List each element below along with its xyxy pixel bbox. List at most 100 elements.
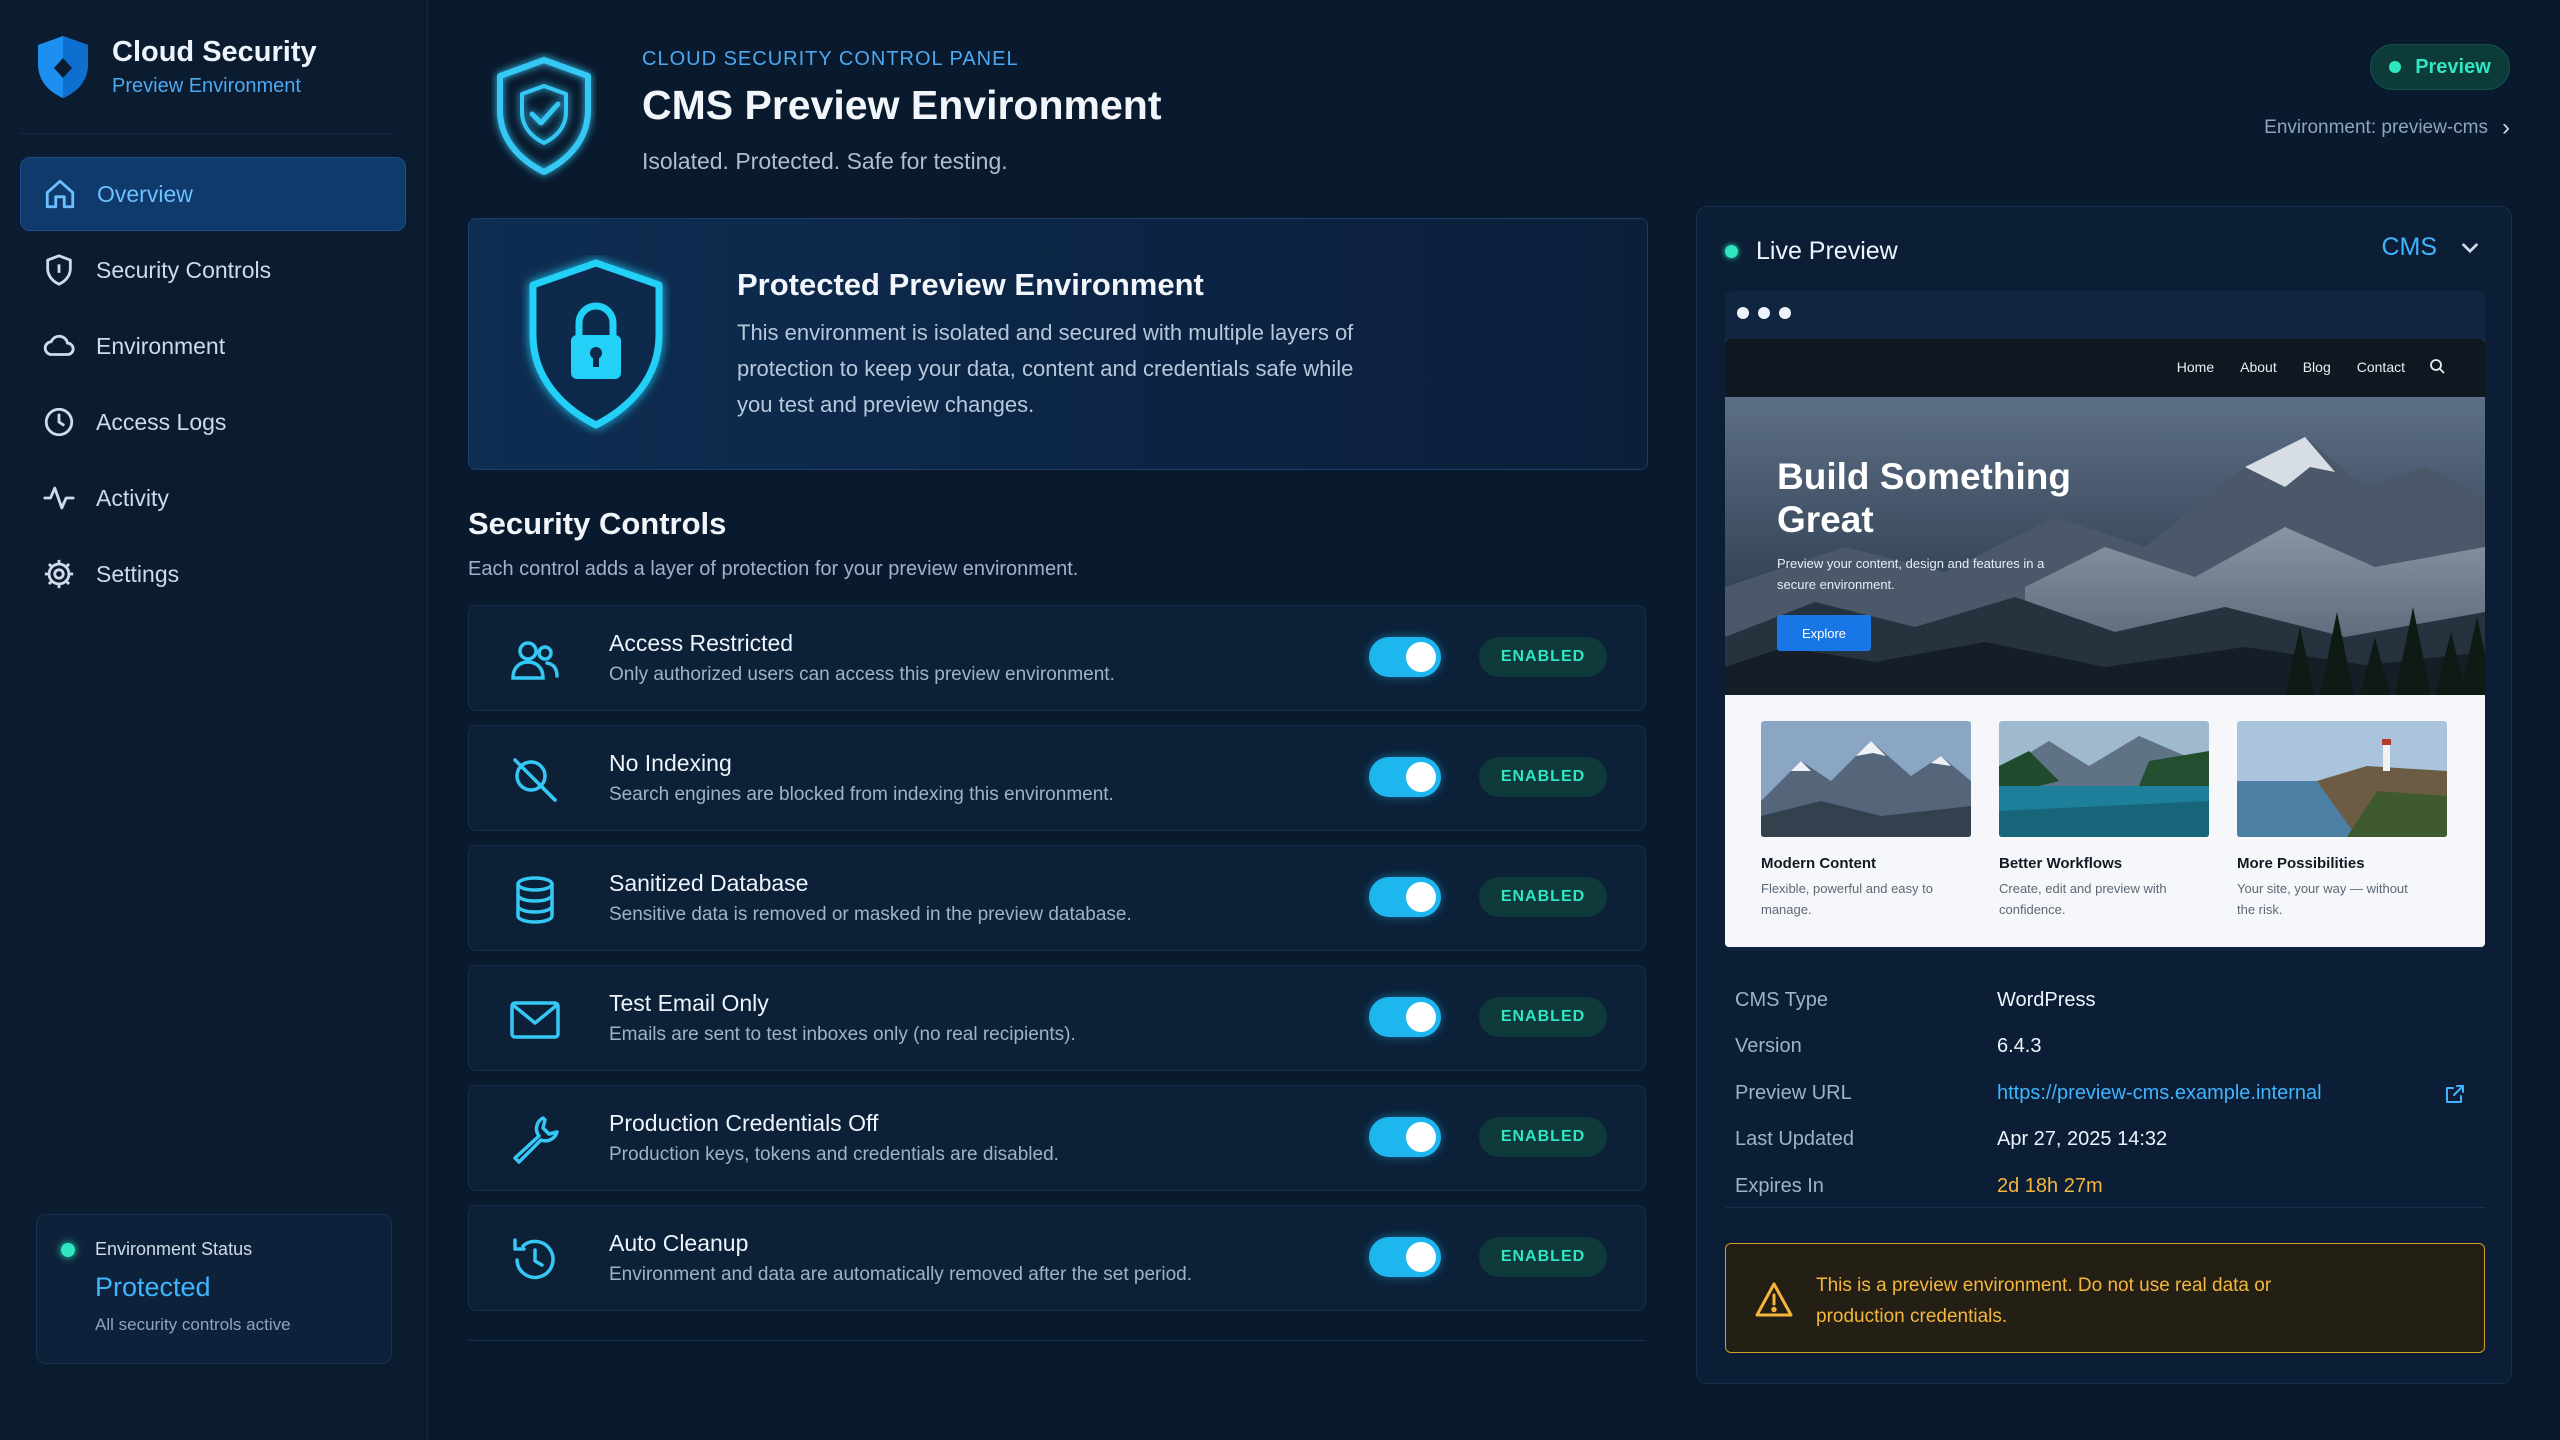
card-title: Better Workflows	[1999, 855, 2123, 872]
security-controls-list: Access Restricted Only authorized users …	[468, 605, 1646, 1325]
site-preview[interactable]: Home About Blog Contact Build Something …	[1725, 339, 2485, 947]
home-icon	[45, 179, 75, 209]
security-controls-subtitle: Each control adds a layer of protection …	[468, 558, 1079, 580]
search-icon[interactable]	[2429, 358, 2445, 374]
hero-description: This environment is isolated and secured…	[737, 320, 1354, 417]
mail-icon	[510, 1001, 560, 1039]
cms-select[interactable]: CMS	[2381, 233, 2483, 262]
sidebar-item-label: Settings	[96, 560, 180, 587]
control-description: Only authorized users can access this pr…	[609, 664, 1115, 685]
cms-details: CMS Type WordPress Version 6.4.3 Preview…	[1735, 977, 2475, 1210]
card-title: Modern Content	[1761, 855, 1876, 872]
expires-value: 2d 18h 27m	[1997, 1174, 2103, 1197]
sanitized-database-toggle[interactable]	[1369, 877, 1441, 917]
protected-environment-card: Protected Preview Environment This envir…	[468, 218, 1648, 470]
shield-lock-icon	[529, 259, 663, 429]
card-description: Flexible, powerful and easy to manage.	[1761, 881, 1933, 917]
detail-key: Version	[1735, 1035, 1802, 1058]
snowy-mountains-image	[1761, 721, 1971, 837]
clock-icon	[44, 407, 74, 437]
control-sanitized-database: Sanitized Database Sensitive data is rem…	[468, 845, 1646, 951]
sidebar-item-label: Security Controls	[96, 256, 272, 283]
detail-row: Version 6.4.3	[1735, 1024, 2475, 1071]
site-nav-home[interactable]: Home	[2177, 359, 2214, 375]
preview-badge-label: Preview	[2415, 55, 2491, 78]
control-title: Sanitized Database	[609, 870, 809, 896]
divider	[468, 1340, 1646, 1341]
sidebar-item-label: Activity	[96, 484, 169, 511]
shield-icon	[46, 254, 72, 286]
site-hero-text: Preview your content, design and feature…	[1777, 556, 2045, 592]
preview-badge[interactable]: Preview	[2370, 44, 2510, 90]
site-nav: Home About Blog Contact	[1725, 339, 2485, 397]
site-explore-button[interactable]: Explore	[1777, 615, 1871, 651]
detail-row: Expires In 2d 18h 27m	[1735, 1163, 2475, 1210]
cloud-icon	[43, 334, 75, 356]
brand-title: Cloud Security	[112, 36, 317, 68]
divider	[20, 133, 391, 134]
site-card[interactable]: Better Workflows Create, edit and previe…	[1999, 721, 2209, 920]
environment-link[interactable]: Environment: preview-cms ›	[2264, 114, 2510, 142]
detail-value: 6.4.3	[1997, 1035, 2042, 1058]
sidebar-item-access-logs[interactable]: Access Logs	[20, 385, 406, 459]
shield-check-icon	[497, 57, 591, 175]
card-image	[1761, 721, 1971, 837]
site-nav-about[interactable]: About	[2240, 359, 2277, 375]
control-no-indexing: No Indexing Search engines are blocked f…	[468, 725, 1646, 831]
detail-key: Last Updated	[1735, 1128, 1854, 1151]
control-access-restricted: Access Restricted Only authorized users …	[468, 605, 1646, 711]
sidebar-item-overview[interactable]: Overview	[20, 157, 406, 231]
sidebar-item-label: Environment	[96, 332, 226, 359]
control-description: Environment and data are automatically r…	[609, 1264, 1192, 1285]
control-auto-cleanup: Auto Cleanup Environment and data are au…	[468, 1205, 1646, 1311]
external-link-icon[interactable]	[2443, 1082, 2467, 1106]
cms-select-value: CMS	[2381, 233, 2437, 261]
brand[interactable]: Cloud Security Preview Environment	[34, 34, 317, 100]
sidebar-item-security-controls[interactable]: Security Controls	[20, 233, 406, 307]
site-nav-contact[interactable]: Contact	[2357, 359, 2405, 375]
control-title: Access Restricted	[609, 630, 794, 656]
access-restricted-toggle[interactable]	[1369, 637, 1441, 677]
live-preview-header: Live Preview	[1725, 237, 1898, 266]
brand-subtitle: Preview Environment	[112, 75, 301, 97]
shield-logo-icon	[38, 36, 88, 98]
test-email-only-toggle[interactable]	[1369, 997, 1441, 1037]
sidebar-item-environment[interactable]: Environment	[20, 309, 406, 383]
security-controls-title: Security Controls	[468, 506, 727, 541]
page-subtitle: Isolated. Protected. Safe for testing.	[642, 148, 1008, 174]
sidebar: Cloud Security Preview Environment Overv…	[0, 0, 428, 1440]
status-badge: ENABLED	[1479, 757, 1607, 797]
detail-key: Preview URL	[1735, 1081, 1852, 1104]
no-indexing-toggle[interactable]	[1369, 757, 1441, 797]
control-description: Production keys, tokens and credentials …	[609, 1144, 1059, 1165]
gear-icon	[44, 559, 74, 589]
sidebar-item-settings[interactable]: Settings	[20, 537, 406, 611]
environment-status-card: Environment Status Protected All securit…	[36, 1214, 392, 1364]
site-hero: Build Something Great Preview your conte…	[1725, 397, 2485, 695]
control-title: Test Email Only	[609, 990, 769, 1016]
sidebar-item-label: Access Logs	[96, 408, 227, 435]
status-dot-icon	[2389, 61, 2402, 73]
preview-warning: This is a preview environment. Do not us…	[1725, 1243, 2485, 1353]
card-description: Your site, your way — without the risk.	[2237, 881, 2408, 917]
detail-value: WordPress	[1997, 988, 2096, 1011]
auto-cleanup-toggle[interactable]	[1369, 1237, 1441, 1277]
control-test-email-only: Test Email Only Emails are sent to test …	[468, 965, 1646, 1071]
environment-link-label: Environment: preview-cms	[2264, 117, 2488, 138]
preview-url-link[interactable]: https://preview-cms.example.internal	[1997, 1082, 2322, 1105]
production-credentials-off-toggle[interactable]	[1369, 1117, 1441, 1157]
site-card[interactable]: More Possibilities Your site, your way —…	[2237, 721, 2447, 920]
lake-image	[1999, 721, 2209, 837]
control-description: Emails are sent to test inboxes only (no…	[609, 1024, 1076, 1045]
status-note: All security controls active	[95, 1315, 291, 1334]
control-title: No Indexing	[609, 750, 732, 776]
wrench-icon	[513, 1116, 559, 1164]
browser-frame: Home About Blog Contact Build Something …	[1725, 291, 2485, 951]
control-description: Search engines are blocked from indexing…	[609, 784, 1114, 805]
sidebar-item-activity[interactable]: Activity	[20, 461, 406, 535]
detail-key: Expires In	[1735, 1174, 1824, 1197]
site-nav-blog[interactable]: Blog	[2303, 359, 2331, 375]
site-card[interactable]: Modern Content Flexible, powerful and ea…	[1761, 721, 1971, 920]
status-value: Protected	[95, 1272, 211, 1302]
status-dot-icon	[1725, 245, 1738, 258]
